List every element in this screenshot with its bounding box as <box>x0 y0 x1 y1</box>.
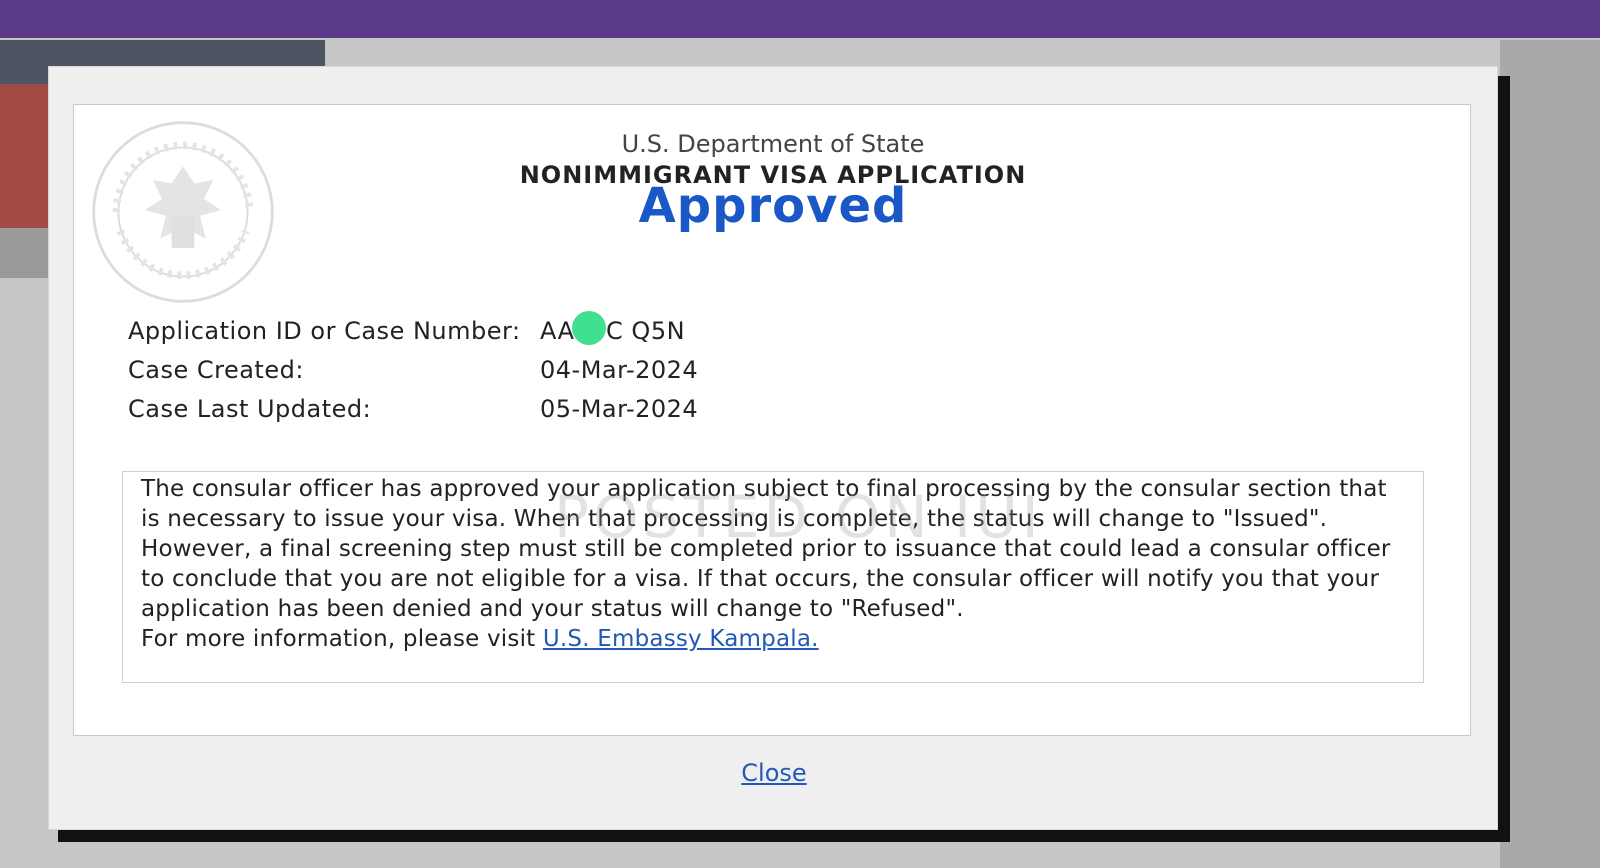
department-name: U.S. Department of State <box>621 130 925 158</box>
case-number-label: Application ID or Case Number: <box>128 317 521 345</box>
case-number-value: AA00C Q5N <box>540 317 686 345</box>
status-message-box: The consular officer has approved your a… <box>122 471 1424 683</box>
redaction-dot <box>572 311 606 345</box>
application-status: Approved <box>638 178 908 234</box>
close-button[interactable]: Close <box>741 759 806 787</box>
embassy-link[interactable]: U.S. Embassy Kampala. <box>543 626 819 652</box>
background-right-panel <box>1500 40 1600 868</box>
status-message-text: The consular officer has approved your a… <box>141 476 1391 622</box>
background-sidebar-block <box>0 228 50 278</box>
case-created-value: 04-Mar-2024 <box>540 356 699 384</box>
top-nav-bar <box>0 0 1600 38</box>
more-info-line: For more information, please visit U.S. … <box>141 624 1405 654</box>
close-link-container: Close <box>49 759 1499 787</box>
case-created-label: Case Created: <box>128 356 304 384</box>
case-updated-value: 05-Mar-2024 <box>540 395 699 423</box>
case-updated-label: Case Last Updated: <box>128 395 372 423</box>
background-sidebar-accent <box>0 84 50 228</box>
more-info-prefix: For more information, please visit <box>141 626 543 652</box>
